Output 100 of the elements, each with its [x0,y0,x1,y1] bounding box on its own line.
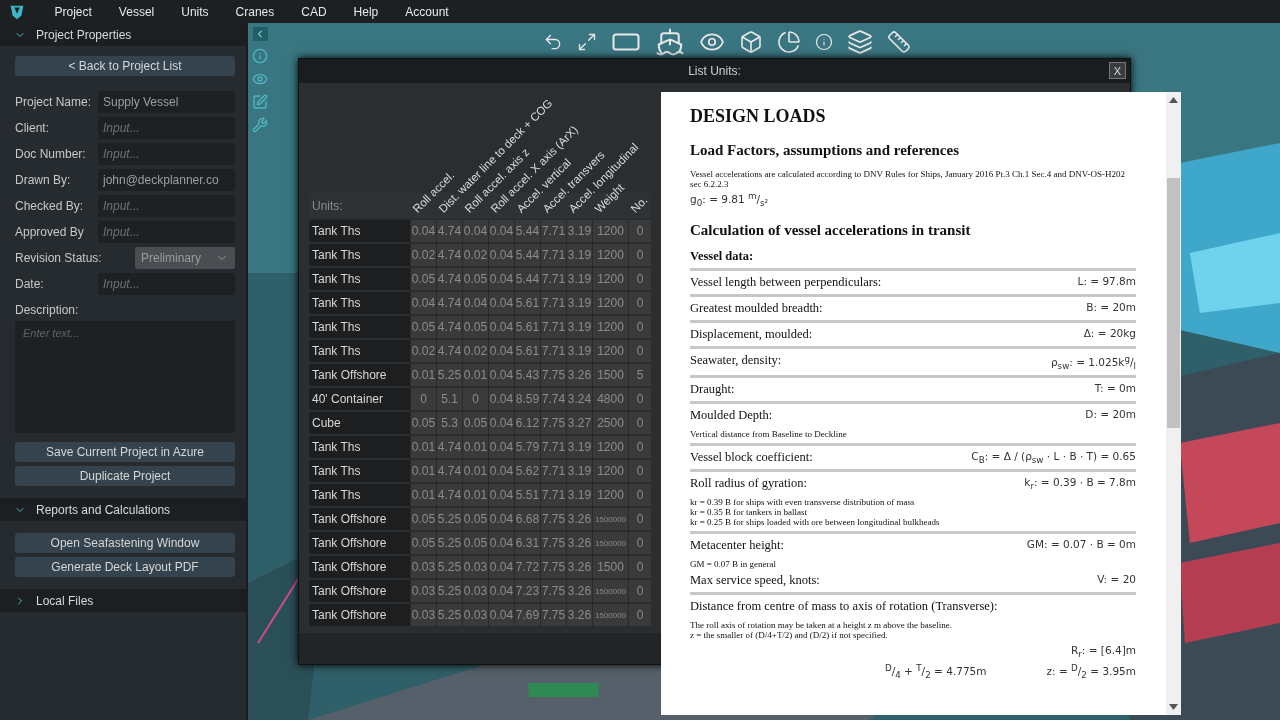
menu-item[interactable]: Project [41,4,106,19]
action-button[interactable]: Open Seafastening Window [15,533,235,553]
table-cell: 0.05 [462,268,488,290]
table-cell: 5.44 [514,244,540,266]
action-button[interactable]: Generate Deck Layout PDF [15,557,235,577]
table-cell: 0 [628,604,651,626]
table-cell: 0 [628,268,651,290]
table-cell: 6.68 [514,508,540,530]
unit-name: Tank Ths [309,316,410,338]
scrollbar[interactable] [1166,92,1181,715]
menu-item[interactable]: Cranes [222,4,288,19]
table-cell: 0.01 [462,436,488,458]
back-button[interactable]: < Back to Project List [15,56,235,76]
table-cell: 0.05 [410,508,436,530]
table-cell: 1500000 [592,604,628,626]
row-label: Seawater, density: [690,353,782,369]
table-cell: 0.01 [410,436,436,458]
table-cell: 6.12 [514,412,540,434]
formula: B: = 20m [1086,301,1136,314]
text-field[interactable]: Input... [98,273,235,295]
section-header[interactable]: Project Properties [0,23,246,46]
table-cell: 7.71 [540,268,566,290]
table-cell: 8.59 [514,388,540,410]
table-cell: 0.04 [488,508,514,530]
section-header[interactable]: Reports and Calculations [0,498,246,521]
table-cell: 1200 [592,316,628,338]
up-arrow-icon[interactable] [1169,97,1178,103]
section-title: Reports and Calculations [36,502,171,517]
table-cell: 0.04 [488,436,514,458]
table-cell: 0.05 [462,316,488,338]
document-title: DESIGN LOADS [690,106,827,127]
text-field[interactable]: Input... [98,143,235,165]
unit-name: Tank Ths [309,484,410,506]
table-cell: 3.26 [566,556,592,578]
table-cell: 0 [628,412,651,434]
table-cell: 3.27 [566,412,592,434]
table-cell: 3.24 [566,388,592,410]
ship-icon[interactable] [655,27,685,57]
layers-icon[interactable] [847,29,873,55]
table-cell: 4.74 [436,292,462,314]
table-cell: 5.25 [436,556,462,578]
menu-item[interactable]: Vessel [105,4,168,19]
table-cell: 1200 [592,292,628,314]
table-cell: 2500 [592,412,628,434]
text-field[interactable]: Input... [98,195,235,217]
undo-icon[interactable] [543,32,563,52]
ruler-icon[interactable] [887,30,911,54]
table-cell: 0.01 [410,484,436,506]
formula: D: = 20m [1085,407,1136,420]
section-header[interactable]: Local Files [0,589,246,612]
row-label: Draught: [690,381,735,397]
table-cell: 7.75 [540,604,566,626]
text-field[interactable]: Supply Vessel [98,91,235,113]
section-title: Local Files [36,593,94,608]
unit-name: Tank Offshore [309,556,410,578]
table-cell: 7.69 [514,604,540,626]
table-cell: 0.05 [410,532,436,554]
table-cell: 5 [628,364,651,386]
table-cell: 0 [628,508,651,530]
row-label: Vessel length between perpendiculars: [690,275,882,291]
description-field[interactable]: Enter text... [15,321,235,433]
note-text: kr = 0.25 B for ships loaded with ore between longitudinal bulkheads [690,516,941,527]
table-cell: 0.03 [462,580,488,602]
table-cell: 5.44 [514,268,540,290]
table-cell: 3.19 [566,436,592,458]
formula: Δ: = 20kg [1083,327,1136,340]
cube-icon[interactable] [739,30,763,54]
unit-name: Tank Ths [309,220,410,242]
table-cell: 7.71 [540,484,566,506]
table-cell: 1500000 [592,508,628,530]
pie-chart-icon[interactable] [777,30,801,54]
text-field[interactable]: Input... [98,117,235,139]
table-cell: 1200 [592,244,628,266]
unit-name: 40' Container [309,388,410,410]
table-cell: 4.74 [436,268,462,290]
field-label: Drawn By: [15,173,72,187]
table-cell: 0.04 [488,268,514,290]
table-cell: 0 [628,220,651,242]
menu-item[interactable]: Units [167,4,223,19]
table-cell: 0.04 [488,484,514,506]
action-button[interactable]: Save Current Project in Azure [15,442,235,462]
table-cell: 3.19 [566,460,592,482]
field-label: Client: [15,121,50,135]
table-cell: 7.75 [540,508,566,530]
note-text: GM = 0.07 B in general [690,558,778,569]
table-cell: 0.04 [488,340,514,362]
expand-icon[interactable] [577,32,597,52]
close-button[interactable]: X [1109,62,1126,79]
menu-item[interactable]: Account [391,4,463,19]
menu-item[interactable]: CAD [287,4,341,19]
table-cell: 0.01 [410,364,436,386]
table-cell: 7.71 [540,292,566,314]
down-arrow-icon[interactable] [1169,704,1178,710]
table-cell: 3.19 [566,292,592,314]
table-cell: 0.03 [462,556,488,578]
table-cell: 5.1 [436,388,462,410]
menu-item[interactable]: Help [340,4,392,19]
text-field[interactable]: Input... [98,221,235,243]
text-field[interactable]: john@deckplanner.co [98,169,235,191]
action-button[interactable]: Duplicate Project [15,466,235,486]
